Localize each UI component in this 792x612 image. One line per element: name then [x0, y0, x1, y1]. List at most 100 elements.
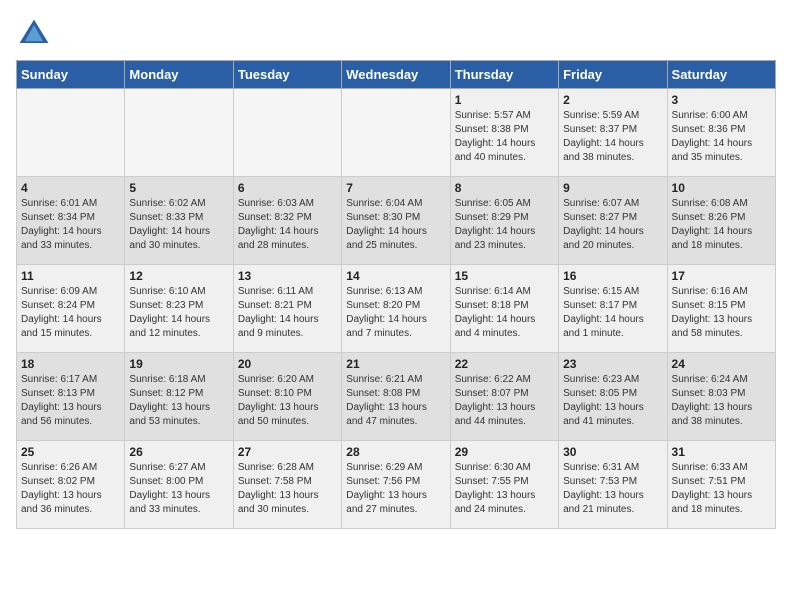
day-info: Sunrise: 6:27 AM Sunset: 8:00 PM Dayligh… [129, 461, 228, 517]
calendar-cell: 16 Sunrise: 6:15 AM Sunset: 8:17 PM Dayli… [559, 265, 667, 353]
calendar-cell: 27 Sunrise: 6:28 AM Sunset: 7:58 PM Dayli… [233, 441, 341, 529]
day-info: Sunrise: 6:24 AM Sunset: 8:03 PM Dayligh… [672, 373, 771, 429]
calendar-cell: 30 Sunrise: 6:31 AM Sunset: 7:53 PM Dayli… [559, 441, 667, 529]
day-info: Sunrise: 6:02 AM Sunset: 8:33 PM Dayligh… [129, 197, 228, 253]
day-info: Sunrise: 6:04 AM Sunset: 8:30 PM Dayligh… [346, 197, 445, 253]
day-info: Sunrise: 6:29 AM Sunset: 7:56 PM Dayligh… [346, 461, 445, 517]
day-info: Sunrise: 6:05 AM Sunset: 8:29 PM Dayligh… [455, 197, 554, 253]
day-number: 7 [346, 181, 445, 195]
day-number: 31 [672, 445, 771, 459]
calendar-cell: 23 Sunrise: 6:23 AM Sunset: 8:05 PM Dayli… [559, 353, 667, 441]
day-info: Sunrise: 5:57 AM Sunset: 8:38 PM Dayligh… [455, 109, 554, 165]
week-row-5: 25Sunrise: 6:26 AM Sunset: 8:02 PM Dayli… [17, 441, 776, 529]
calendar-table: SundayMondayTuesdayWednesdayThursdayFrid… [16, 60, 776, 529]
day-info: Sunrise: 6:10 AM Sunset: 8:23 PM Dayligh… [129, 285, 228, 341]
day-info: Sunrise: 6:18 AM Sunset: 8:12 PM Dayligh… [129, 373, 228, 429]
calendar-cell: 15 Sunrise: 6:14 AM Sunset: 8:18 PM Dayli… [450, 265, 558, 353]
day-number: 27 [238, 445, 337, 459]
day-number: 20 [238, 357, 337, 371]
day-number: 26 [129, 445, 228, 459]
day-number: 10 [672, 181, 771, 195]
calendar-cell: 2Sunrise: 5:59 AM Sunset: 8:37 PM Daylig… [559, 89, 667, 177]
day-number: 21 [346, 357, 445, 371]
day-info: Sunrise: 6:23 AM Sunset: 8:05 PM Dayligh… [563, 373, 662, 429]
calendar-cell: 12 Sunrise: 6:10 AM Sunset: 8:23 PM Dayli… [125, 265, 233, 353]
day-info: Sunrise: 6:31 AM Sunset: 7:53 PM Dayligh… [563, 461, 662, 517]
day-info: Sunrise: 6:09 AM Sunset: 8:24 PM Dayligh… [21, 285, 120, 341]
day-info: Sunrise: 6:08 AM Sunset: 8:26 PM Dayligh… [672, 197, 771, 253]
day-number: 15 [455, 269, 554, 283]
day-number: 9 [563, 181, 662, 195]
calendar-cell: 3Sunrise: 6:00 AM Sunset: 8:36 PM Daylig… [667, 89, 775, 177]
day-info: Sunrise: 6:22 AM Sunset: 8:07 PM Dayligh… [455, 373, 554, 429]
calendar-cell: 19 Sunrise: 6:18 AM Sunset: 8:12 PM Dayli… [125, 353, 233, 441]
day-number: 17 [672, 269, 771, 283]
calendar-cell: 17 Sunrise: 6:16 AM Sunset: 8:15 PM Dayli… [667, 265, 775, 353]
header-tuesday: Tuesday [233, 61, 341, 89]
calendar-cell: 24 Sunrise: 6:24 AM Sunset: 8:03 PM Dayli… [667, 353, 775, 441]
day-number: 3 [672, 93, 771, 107]
day-info: Sunrise: 6:13 AM Sunset: 8:20 PM Dayligh… [346, 285, 445, 341]
day-info: Sunrise: 6:01 AM Sunset: 8:34 PM Dayligh… [21, 197, 120, 253]
day-number: 25 [21, 445, 120, 459]
logo [16, 16, 56, 52]
day-number: 16 [563, 269, 662, 283]
week-row-3: 11Sunrise: 6:09 AM Sunset: 8:24 PM Dayli… [17, 265, 776, 353]
day-number: 6 [238, 181, 337, 195]
logo-icon [16, 16, 52, 52]
day-number: 4 [21, 181, 120, 195]
calendar-cell: 25Sunrise: 6:26 AM Sunset: 8:02 PM Dayli… [17, 441, 125, 529]
header-wednesday: Wednesday [342, 61, 450, 89]
day-number: 12 [129, 269, 228, 283]
day-number: 28 [346, 445, 445, 459]
calendar-cell: 7 Sunrise: 6:04 AM Sunset: 8:30 PM Daylig… [342, 177, 450, 265]
calendar-cell: 1 Sunrise: 5:57 AM Sunset: 8:38 PM Daylig… [450, 89, 558, 177]
day-number: 14 [346, 269, 445, 283]
calendar-cell: 6Sunrise: 6:03 AM Sunset: 8:32 PM Daylig… [233, 177, 341, 265]
page-header [16, 16, 776, 52]
day-number: 1 [455, 93, 554, 107]
day-info: Sunrise: 6:14 AM Sunset: 8:18 PM Dayligh… [455, 285, 554, 341]
calendar-cell: 5 Sunrise: 6:02 AM Sunset: 8:33 PM Daylig… [125, 177, 233, 265]
calendar-cell: 20Sunrise: 6:20 AM Sunset: 8:10 PM Dayli… [233, 353, 341, 441]
calendar-cell: 11Sunrise: 6:09 AM Sunset: 8:24 PM Dayli… [17, 265, 125, 353]
calendar-cell [125, 89, 233, 177]
calendar-cell [342, 89, 450, 177]
calendar-cell: 22 Sunrise: 6:22 AM Sunset: 8:07 PM Dayli… [450, 353, 558, 441]
day-number: 18 [21, 357, 120, 371]
calendar-cell: 14 Sunrise: 6:13 AM Sunset: 8:20 PM Dayli… [342, 265, 450, 353]
calendar-cell [233, 89, 341, 177]
day-info: Sunrise: 6:21 AM Sunset: 8:08 PM Dayligh… [346, 373, 445, 429]
header-thursday: Thursday [450, 61, 558, 89]
week-row-1: 1 Sunrise: 5:57 AM Sunset: 8:38 PM Daylig… [17, 89, 776, 177]
day-info: Sunrise: 6:16 AM Sunset: 8:15 PM Dayligh… [672, 285, 771, 341]
calendar-cell: 28 Sunrise: 6:29 AM Sunset: 7:56 PM Dayli… [342, 441, 450, 529]
day-number: 22 [455, 357, 554, 371]
day-info: Sunrise: 6:07 AM Sunset: 8:27 PM Dayligh… [563, 197, 662, 253]
day-info: Sunrise: 6:11 AM Sunset: 8:21 PM Dayligh… [238, 285, 337, 341]
day-number: 13 [238, 269, 337, 283]
day-number: 24 [672, 357, 771, 371]
day-number: 23 [563, 357, 662, 371]
day-number: 5 [129, 181, 228, 195]
calendar-cell: 9 Sunrise: 6:07 AM Sunset: 8:27 PM Daylig… [559, 177, 667, 265]
calendar-cell: 21 Sunrise: 6:21 AM Sunset: 8:08 PM Dayli… [342, 353, 450, 441]
day-number: 30 [563, 445, 662, 459]
day-info: Sunrise: 6:28 AM Sunset: 7:58 PM Dayligh… [238, 461, 337, 517]
calendar-cell: 26 Sunrise: 6:27 AM Sunset: 8:00 PM Dayli… [125, 441, 233, 529]
week-row-2: 4 Sunrise: 6:01 AM Sunset: 8:34 PM Daylig… [17, 177, 776, 265]
header-friday: Friday [559, 61, 667, 89]
day-number: 19 [129, 357, 228, 371]
day-number: 2 [563, 93, 662, 107]
week-row-4: 18 Sunrise: 6:17 AM Sunset: 8:13 PM Dayli… [17, 353, 776, 441]
calendar-cell: 4 Sunrise: 6:01 AM Sunset: 8:34 PM Daylig… [17, 177, 125, 265]
calendar-cell: 29Sunrise: 6:30 AM Sunset: 7:55 PM Dayli… [450, 441, 558, 529]
calendar-cell: 10 Sunrise: 6:08 AM Sunset: 8:26 PM Dayli… [667, 177, 775, 265]
day-number: 8 [455, 181, 554, 195]
calendar-cell: 31Sunrise: 6:33 AM Sunset: 7:51 PM Dayli… [667, 441, 775, 529]
day-info: Sunrise: 6:17 AM Sunset: 8:13 PM Dayligh… [21, 373, 120, 429]
header-monday: Monday [125, 61, 233, 89]
day-number: 29 [455, 445, 554, 459]
day-info: Sunrise: 6:15 AM Sunset: 8:17 PM Dayligh… [563, 285, 662, 341]
calendar-cell: 13 Sunrise: 6:11 AM Sunset: 8:21 PM Dayli… [233, 265, 341, 353]
